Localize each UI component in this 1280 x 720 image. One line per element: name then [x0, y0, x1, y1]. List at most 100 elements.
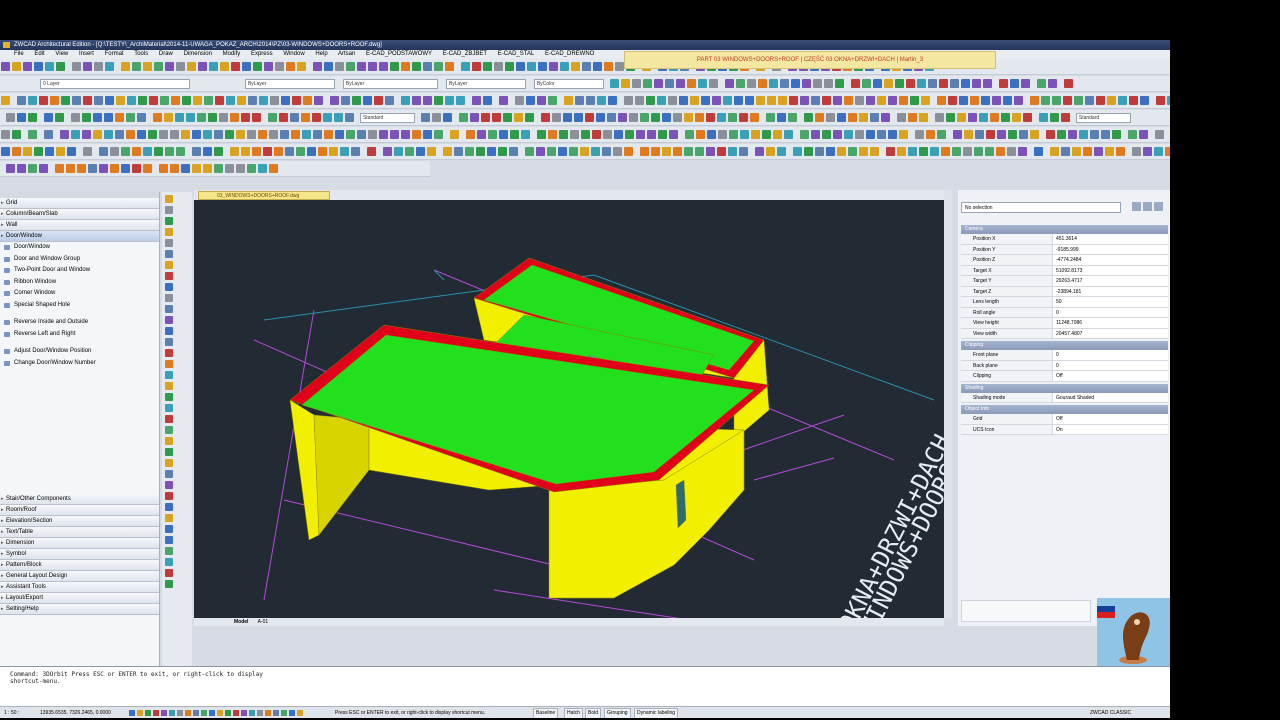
toolbar-tool-icon[interactable] — [615, 62, 624, 71]
toolbar-tool-icon[interactable] — [510, 130, 519, 139]
toolbar-tool-icon[interactable] — [401, 96, 410, 105]
toolbar-tool-icon[interactable] — [466, 130, 475, 139]
toolbar-tool-icon[interactable] — [351, 147, 360, 156]
toolbar-tool-icon[interactable] — [701, 96, 710, 105]
toolbar-tool-icon[interactable] — [324, 62, 333, 71]
toolbar-tool-icon[interactable] — [477, 130, 486, 139]
quick-select-icon[interactable] — [1154, 202, 1163, 211]
toolbar-tool-icon[interactable] — [335, 130, 344, 139]
menu-draw[interactable]: Draw — [159, 51, 173, 57]
toolbar-tool-icon[interactable] — [836, 113, 846, 122]
category-column-beam-slab[interactable]: Column/Beam/Slab — [0, 209, 159, 220]
toolbar-tool-icon[interactable] — [171, 96, 180, 105]
toolbar-tool-icon[interactable] — [34, 147, 43, 156]
toolbar-tool-icon[interactable] — [926, 130, 935, 139]
toolbar-tool-icon[interactable] — [675, 79, 685, 88]
toolbar-tool-icon[interactable] — [1018, 147, 1027, 156]
toolbar-tool-icon[interactable] — [115, 113, 124, 122]
toolbar-tool-icon[interactable] — [1167, 96, 1170, 105]
color-combo[interactable]: ByLayer — [244, 79, 335, 89]
toolbar-tool-icon[interactable] — [434, 96, 443, 105]
toolbar-tool-icon[interactable] — [953, 130, 962, 139]
toolbar-tool-icon[interactable] — [137, 113, 146, 122]
toolbar-tool-icon[interactable] — [259, 96, 268, 105]
toolbar-tool-icon[interactable] — [765, 113, 775, 122]
toolbar-tool-icon[interactable] — [597, 96, 606, 105]
toolbar-tool-icon[interactable] — [330, 96, 339, 105]
toolbar-tool-icon[interactable] — [858, 113, 868, 122]
toolbar-tool-icon[interactable] — [967, 113, 977, 122]
toolbar-tool-icon[interactable] — [72, 96, 81, 105]
toolbar-tool-icon[interactable] — [749, 113, 759, 122]
category-assistant-tools[interactable]: Assistant Tools — [0, 582, 159, 593]
toolbar-tool-icon[interactable] — [1105, 147, 1114, 156]
toolbar-tool-icon[interactable] — [1009, 79, 1019, 88]
toolbar-tool-icon[interactable] — [880, 113, 890, 122]
toolbar-tool-icon[interactable] — [593, 62, 602, 71]
toolbar-tool-icon[interactable] — [165, 62, 174, 71]
toolbar-tool-icon[interactable] — [23, 147, 32, 156]
toolbar-tool-icon[interactable] — [905, 79, 915, 88]
toolbar-tool-icon[interactable] — [318, 147, 327, 156]
side-tool-icon[interactable] — [165, 217, 173, 225]
toolbar-tool-icon[interactable] — [964, 130, 973, 139]
toolbar-tool-icon[interactable] — [959, 96, 968, 105]
menu-ecad-zbjbet[interactable]: E-CAD_ZBJBET — [443, 51, 487, 57]
toolbar-tool-icon[interactable] — [548, 130, 557, 139]
toolbar-tool-icon[interactable] — [83, 96, 92, 105]
side-tool-icon[interactable] — [165, 437, 173, 445]
toolbar-tool-icon[interactable] — [226, 96, 235, 105]
toolbar-tool-icon[interactable] — [1008, 130, 1017, 139]
toolbar-tool-icon[interactable] — [149, 96, 158, 105]
side-tool-icon[interactable] — [165, 580, 173, 588]
toolbar-tool-icon[interactable] — [624, 147, 633, 156]
toolbar-tool-icon[interactable] — [394, 147, 403, 156]
toolbar-tool-icon[interactable] — [998, 79, 1008, 88]
toolbar-tool-icon[interactable] — [657, 96, 666, 105]
toolbar-tool-icon[interactable] — [472, 96, 481, 105]
toolbar-tool-icon[interactable] — [509, 147, 518, 156]
toolbar-tool-icon[interactable] — [401, 130, 410, 139]
toolbar-tool-icon[interactable] — [494, 62, 503, 71]
toolbar-tool-icon[interactable] — [297, 62, 306, 71]
property-row[interactable]: Position X 451.3614 — [961, 234, 1168, 245]
grouping-toggle[interactable]: Grouping — [604, 708, 631, 718]
toolbar-tool-icon[interactable] — [93, 113, 102, 122]
toolbar-tool-icon[interactable] — [767, 96, 776, 105]
bold-toggle[interactable]: Bold — [585, 708, 602, 718]
toolbar-tool-icon[interactable] — [247, 164, 256, 173]
side-tool-icon[interactable] — [165, 514, 173, 522]
property-row[interactable]: View width 20457.4807 — [961, 328, 1168, 339]
side-tool-icon[interactable] — [165, 503, 173, 511]
status-toggle-icon[interactable] — [193, 710, 199, 716]
toolbar-tool-icon[interactable] — [1057, 130, 1066, 139]
toolbar-tool-icon[interactable] — [176, 62, 185, 71]
toolbar-tool-icon[interactable] — [28, 96, 37, 105]
toolbar-tool-icon[interactable] — [985, 147, 994, 156]
property-value[interactable]: 51092.8173 — [1053, 265, 1168, 275]
toolbar-tool-icon[interactable] — [712, 96, 721, 105]
toolbar-tool-icon[interactable] — [1063, 79, 1073, 88]
category-setting-help[interactable]: Setting/Help — [0, 604, 159, 615]
property-row[interactable]: UCS Icon On — [961, 424, 1168, 435]
toolbar-tool-icon[interactable] — [697, 79, 707, 88]
drawing-viewport[interactable]: 03 OKNA+DRZWI+DACH WINDOWS+DOORS — [194, 200, 944, 618]
toolbar-tool-icon[interactable] — [126, 113, 135, 122]
toolbar-tool-icon[interactable] — [992, 96, 1001, 105]
toolbar-tool-icon[interactable] — [826, 147, 835, 156]
toolbar-tool-icon[interactable] — [762, 130, 771, 139]
toolbar-tool-icon[interactable] — [268, 113, 277, 122]
toolbar-tool-icon[interactable] — [215, 96, 224, 105]
property-value[interactable]: 20457.4807 — [1053, 328, 1168, 338]
toolbar-tool-icon[interactable] — [686, 79, 696, 88]
side-tool-icon[interactable] — [165, 283, 173, 291]
toolbar-tool-icon[interactable] — [636, 130, 645, 139]
side-tool-icon[interactable] — [165, 239, 173, 247]
toolbar-tool-icon[interactable] — [793, 147, 802, 156]
toolbar-tool-icon[interactable] — [143, 62, 152, 71]
toolbar-tool-icon[interactable] — [488, 130, 497, 139]
toolbar-tool-icon[interactable] — [225, 164, 234, 173]
toolbar-tool-icon[interactable] — [357, 130, 366, 139]
toolbar-tool-icon[interactable] — [751, 130, 760, 139]
toolbar-tool-icon[interactable] — [1143, 147, 1152, 156]
